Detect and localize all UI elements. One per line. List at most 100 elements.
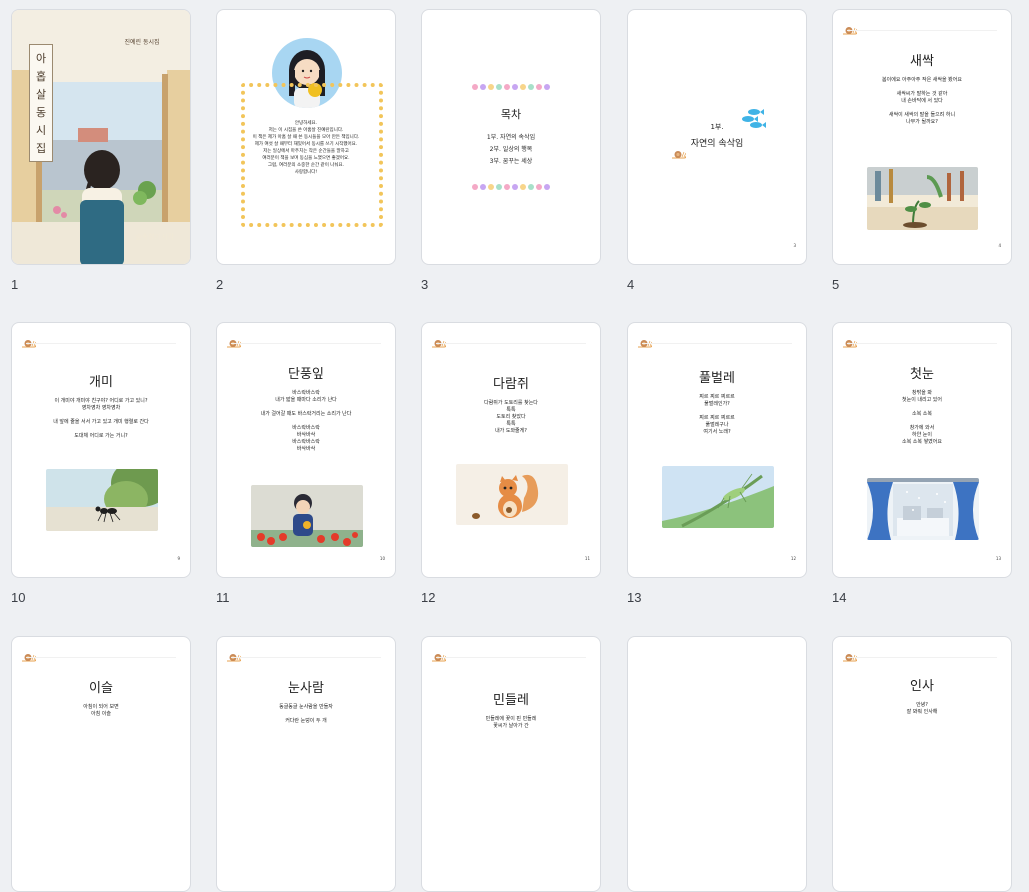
poem-line: 내가 걸어갈 때도 바스락거리는 소리가 난다 — [260, 411, 352, 417]
page-thumbnail[interactable]: 새싹봄이에요 아주아주 작은 새싹을 봤어요새싹씨가 말하는 것 같아 내 손바닥… — [832, 9, 1012, 265]
poem-line: 바삭바삭 — [296, 446, 316, 452]
page-thumbnail[interactable]: 1부. 자연의 속삭임 3 — [627, 9, 807, 265]
poem-illustration — [46, 469, 158, 531]
page-thumbnail[interactable]: 아 홉 살 동 시 집 진예린 동시집숲속향기시각 — [11, 9, 191, 265]
header-rule — [642, 343, 792, 344]
snail-icon — [638, 333, 653, 348]
snail-icon — [22, 333, 37, 348]
page-thumbnail[interactable]: 눈사람동글동글 눈사람을 만들자커다란 눈덩이 두 개 — [216, 636, 396, 892]
decor-dot — [504, 184, 510, 190]
page-thumbnail[interactable]: 안녕하세요. 저는 이 시집을 쓴 아홉살 진예린입니다. 이 책은 제가 아홉 살… — [216, 9, 396, 265]
poem-line: 바스락바스락 — [292, 439, 320, 445]
poem-title: 인사 — [910, 679, 934, 694]
header-rule — [231, 657, 381, 658]
poem-illustration — [251, 485, 363, 547]
poem-line: 소복 소복 쌓였어요 — [902, 439, 942, 445]
poem-line: 내가 도와줄게? — [495, 428, 527, 434]
poem-line: 커다란 눈덩이 두 개 — [285, 718, 327, 724]
poem-title: 민들레 — [493, 693, 529, 708]
poem-line: 동글동글 눈사람을 만들자 — [279, 704, 333, 710]
poem-line: 안녕? — [916, 702, 928, 708]
toc-item[interactable]: 3부. 꿈꾸는 세상 — [432, 158, 590, 165]
page-thumbnail[interactable]: 풀벌레 찌르 찌르 찌르르 풀벌레인가? 찌르 찌르 찌르르 풀벌레구나 여기서 노래? 1… — [627, 322, 807, 578]
decor-dot — [536, 184, 542, 190]
page-thumbnail[interactable]: 단풍잎 바스락바스락 내가 밟을 때마다 소리가 난다 내가 걸어갈 때도 바스락거리… — [216, 322, 396, 578]
page-thumbnail[interactable]: 첫눈 창밖을 봐 첫눈이 내리고 있어 소복 소복 창가에 와서 하얀 눈이 소복 소복 쌓… — [832, 322, 1012, 578]
poem-title: 이슬 — [89, 681, 113, 696]
snail-icon — [432, 647, 447, 662]
page-thumbnail[interactable]: 다람쥐 다람쥐가 도토리를 찾는다 톡톡 도토리 찾았다 톡톡 내가 도와줄게? 11 — [421, 322, 601, 578]
decor-dot — [472, 184, 478, 190]
page-thumbnail[interactable]: 이슬 아침이 되어 보면 아침 이슬 — [11, 636, 191, 892]
poem-title: 눈사람 — [288, 681, 324, 696]
page-thumbnail[interactable] — [627, 636, 807, 892]
page-thumbnail[interactable]: 목차 1부. 자연의 속삭임 2부. 일상의 행복 3부. 꿈꾸는 세상 — [421, 9, 601, 265]
snail-icon — [843, 647, 858, 662]
poem-line: 여기서 노래? — [703, 429, 731, 435]
snail-icon — [227, 333, 242, 348]
decor-dot — [520, 84, 526, 90]
toc-dots-top — [422, 84, 600, 90]
page-number: 13 — [995, 556, 1001, 561]
decor-dot — [480, 84, 486, 90]
poem-line: 창밖을 봐 — [912, 390, 932, 396]
snail-icon — [843, 20, 858, 35]
poem-line: 나무가 될까요? — [906, 119, 938, 125]
intro-line: 제가 여섯 살 때부터 재밌어서 동시를 쓰기 시작했어요. — [254, 142, 358, 147]
decor-dot — [512, 184, 518, 190]
poem-line: 바스락바스락 — [292, 425, 320, 431]
poem-line: 도대체 어디로 가는 거니? — [74, 433, 128, 439]
decor-dot — [488, 84, 494, 90]
poem-line: 톡톡 — [506, 421, 516, 427]
cover-title-box: 아홉살동시집 — [29, 44, 53, 162]
decor-dot — [496, 184, 502, 190]
page-number-label: 14 — [832, 590, 847, 605]
poem-line: 봄이에요 아주아주 작은 새싹을 봤어요 — [882, 77, 962, 83]
page-number: 12 — [790, 556, 796, 561]
poem-line: 찌르 찌르 찌르르 — [699, 394, 735, 400]
poem-title: 풀벌레 — [699, 371, 735, 386]
poem-line: 아침이 되어 보면 — [83, 704, 119, 710]
page-thumbnail[interactable]: 인사안녕? 잘 봐줘 인사해 — [832, 636, 1012, 892]
poem-line: 민들레에 꽃이 핀 민들레 — [485, 716, 537, 722]
poem-title: 새싹 — [910, 54, 934, 69]
poem-line: 잘 봐줘 인사해 — [906, 709, 938, 715]
poem-line: 내 손바닥에 서 있다 — [901, 98, 943, 104]
intro-line: 저는 일상에서 마주치는 작은 순간들을 말하고 — [263, 149, 349, 154]
poem-illustration — [867, 167, 978, 230]
poem-illustration — [456, 464, 568, 525]
page-thumbnail[interactable]: 개미 이 개미야 개미야 친구야? 어디로 가고 있니? 영차영차 영차영차 내 앞에… — [11, 322, 191, 578]
cover-publisher: 숲속향기시각 — [135, 233, 174, 241]
poem-title: 개미 — [89, 375, 113, 390]
poem-line: 창가에 와서 — [909, 425, 935, 431]
page-number: 10 — [379, 556, 385, 561]
page-number-label: 3 — [421, 277, 429, 292]
poem-illustration — [867, 478, 979, 540]
part-title: 자연의 속삭임 — [690, 139, 744, 149]
header-rule — [847, 30, 997, 31]
poem-line: 바삭바삭 — [296, 432, 316, 438]
decor-dot — [528, 84, 534, 90]
decor-dot — [480, 184, 486, 190]
poem-line: 새싹씨가 말하는 것 같아 — [896, 91, 948, 97]
header-rule — [26, 343, 176, 344]
cover-author: 진예린 동시집 — [124, 39, 160, 46]
poem-line: 이 개미야 개미야 친구야? 어디로 가고 있니? — [54, 398, 148, 404]
decor-dot — [472, 84, 478, 90]
toc-item[interactable]: 1부. 자연의 속삭임 — [432, 134, 590, 141]
poem-line: 꽃씨가 날아가 간 — [493, 723, 529, 729]
toc-item[interactable]: 2부. 일상의 행복 — [432, 146, 590, 153]
part-number: 1부. — [710, 123, 724, 131]
poem-line: 내가 밟을 때마다 소리가 난다 — [275, 397, 337, 403]
intro-line: 안녕하세요. — [294, 121, 318, 126]
decor-dot — [512, 84, 518, 90]
page-thumbnail[interactable]: 민들레민들레에 꽃이 핀 민들레 꽃씨가 날아가 간 — [421, 636, 601, 892]
intro-line: 이 책은 제가 아홉 살 때 쓴 동시들을 모아 만든 책입니다. — [252, 135, 360, 140]
poem-line: 다람쥐가 도토리를 찾는다 — [484, 400, 538, 406]
decor-dot — [544, 84, 550, 90]
poem-line: 풀벌레구나 — [705, 422, 729, 428]
cover-title-char: 동 — [35, 106, 47, 119]
poem-line: 도토리 찾았다 — [496, 414, 526, 420]
poem-title: 다람쥐 — [493, 377, 529, 392]
page-number: 3 — [793, 243, 796, 248]
